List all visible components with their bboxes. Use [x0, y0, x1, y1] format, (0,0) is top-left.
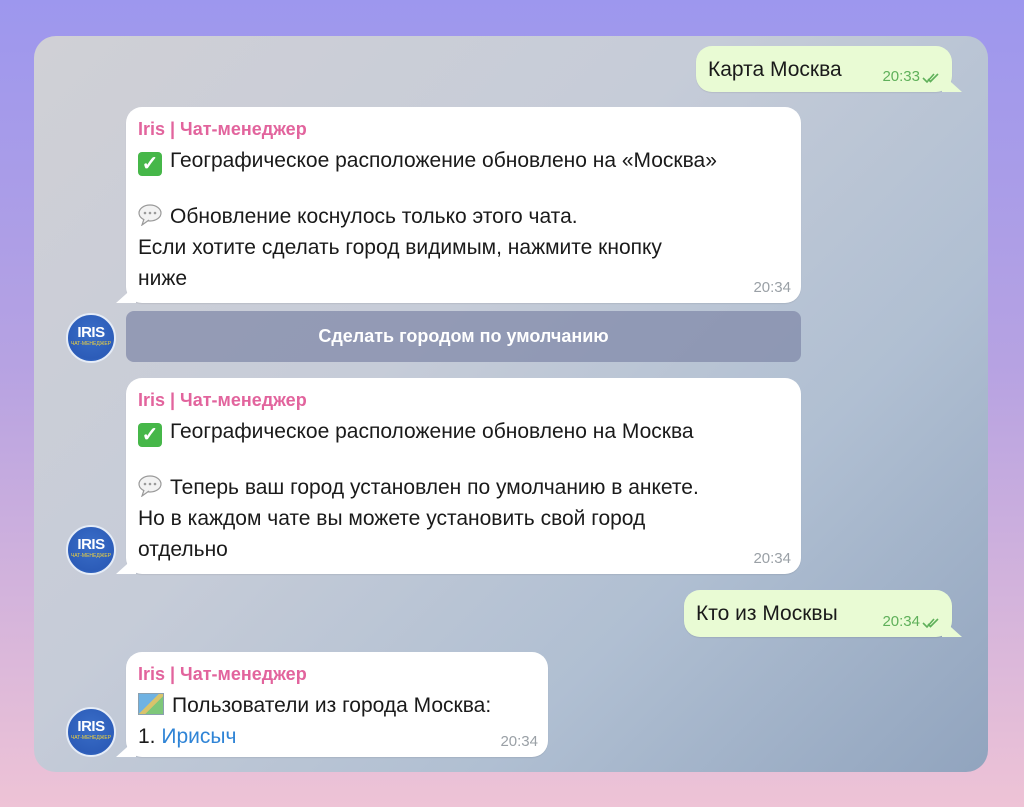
set-default-city-button[interactable]: Сделать городом по умолчанию: [126, 311, 801, 362]
message-time: 20:34: [753, 550, 791, 567]
message-line: Обновление коснулось только этого чата.: [138, 201, 789, 232]
list-number: 1.: [138, 725, 156, 748]
avatar-subtitle: ЧАТ-МЕНЕДЖЕР: [70, 735, 112, 741]
sender-name[interactable]: Iris | Чат-менеджер: [138, 662, 536, 686]
message-text: Карта Москва: [708, 58, 842, 81]
message-text: отдельно: [138, 538, 228, 561]
message-line: ✓ Географическое расположение обновлено н…: [138, 145, 789, 176]
message-time: 20:33: [882, 68, 920, 85]
message-time: 20:34: [753, 279, 791, 296]
avatar-title: IRIS: [77, 324, 105, 341]
message-line: Теперь ваш город установлен по умолчанию…: [138, 472, 789, 503]
message-line: Пользователи из города Москва:: [138, 690, 536, 721]
message-text: Кто из Москвы: [696, 602, 838, 625]
white-heavy-check-mark-icon: ✓: [138, 152, 162, 176]
user-link[interactable]: Ирисыч: [161, 725, 236, 748]
sender-name[interactable]: Iris | Чат-менеджер: [138, 117, 789, 141]
speech-balloon-icon: [138, 204, 162, 226]
message-line: 1. Ирисыч: [138, 721, 536, 752]
message-text: Географическое расположение обновлено на…: [170, 149, 717, 172]
avatar-title: IRIS: [77, 536, 105, 553]
avatar-subtitle: ЧАТ-МЕНЕДЖЕР: [70, 341, 112, 347]
message-text: Теперь ваш город установлен по умолчанию…: [170, 476, 699, 499]
message-line: ✓ Географическое расположение обновлено н…: [138, 416, 789, 447]
message-time: 20:34: [882, 613, 920, 630]
incoming-message[interactable]: Iris | Чат-менеджер Пользователи из горо…: [116, 652, 548, 757]
incoming-message[interactable]: Iris | Чат-менеджер ✓ Географическое расп…: [116, 107, 801, 303]
message-text: Обновление коснулось только этого чата.: [170, 205, 578, 228]
outgoing-message[interactable]: Карта Москва 20:33: [696, 46, 962, 92]
speech-balloon-icon: [138, 475, 162, 497]
message-text: Но в каждом чате вы можете установить св…: [138, 507, 646, 530]
message-text: Если хотите сделать город видимым, нажми…: [138, 236, 662, 259]
white-heavy-check-mark-icon: ✓: [138, 423, 162, 447]
avatar-subtitle: ЧАТ-МЕНЕДЖЕР: [70, 553, 112, 559]
sender-name[interactable]: Iris | Чат-менеджер: [138, 388, 789, 412]
message-time: 20:34: [500, 733, 538, 750]
message-text: ниже: [138, 267, 188, 290]
double-check-icon: [922, 73, 939, 84]
avatar[interactable]: IRIS ЧАТ-МЕНЕДЖЕР: [66, 525, 116, 575]
avatar[interactable]: IRIS ЧАТ-МЕНЕДЖЕР: [66, 313, 116, 363]
incoming-message[interactable]: Iris | Чат-менеджер ✓ Географическое расп…: [116, 378, 801, 574]
message-text: Географическое расположение обновлено на…: [170, 420, 694, 443]
avatar[interactable]: IRIS ЧАТ-МЕНЕДЖЕР: [66, 707, 116, 757]
double-check-icon: [922, 618, 939, 629]
outgoing-message[interactable]: Кто из Москвы 20:34: [684, 590, 962, 637]
world-map-icon: [138, 693, 164, 715]
avatar-title: IRIS: [77, 718, 105, 735]
message-text: Пользователи из города Москва:: [172, 694, 492, 717]
